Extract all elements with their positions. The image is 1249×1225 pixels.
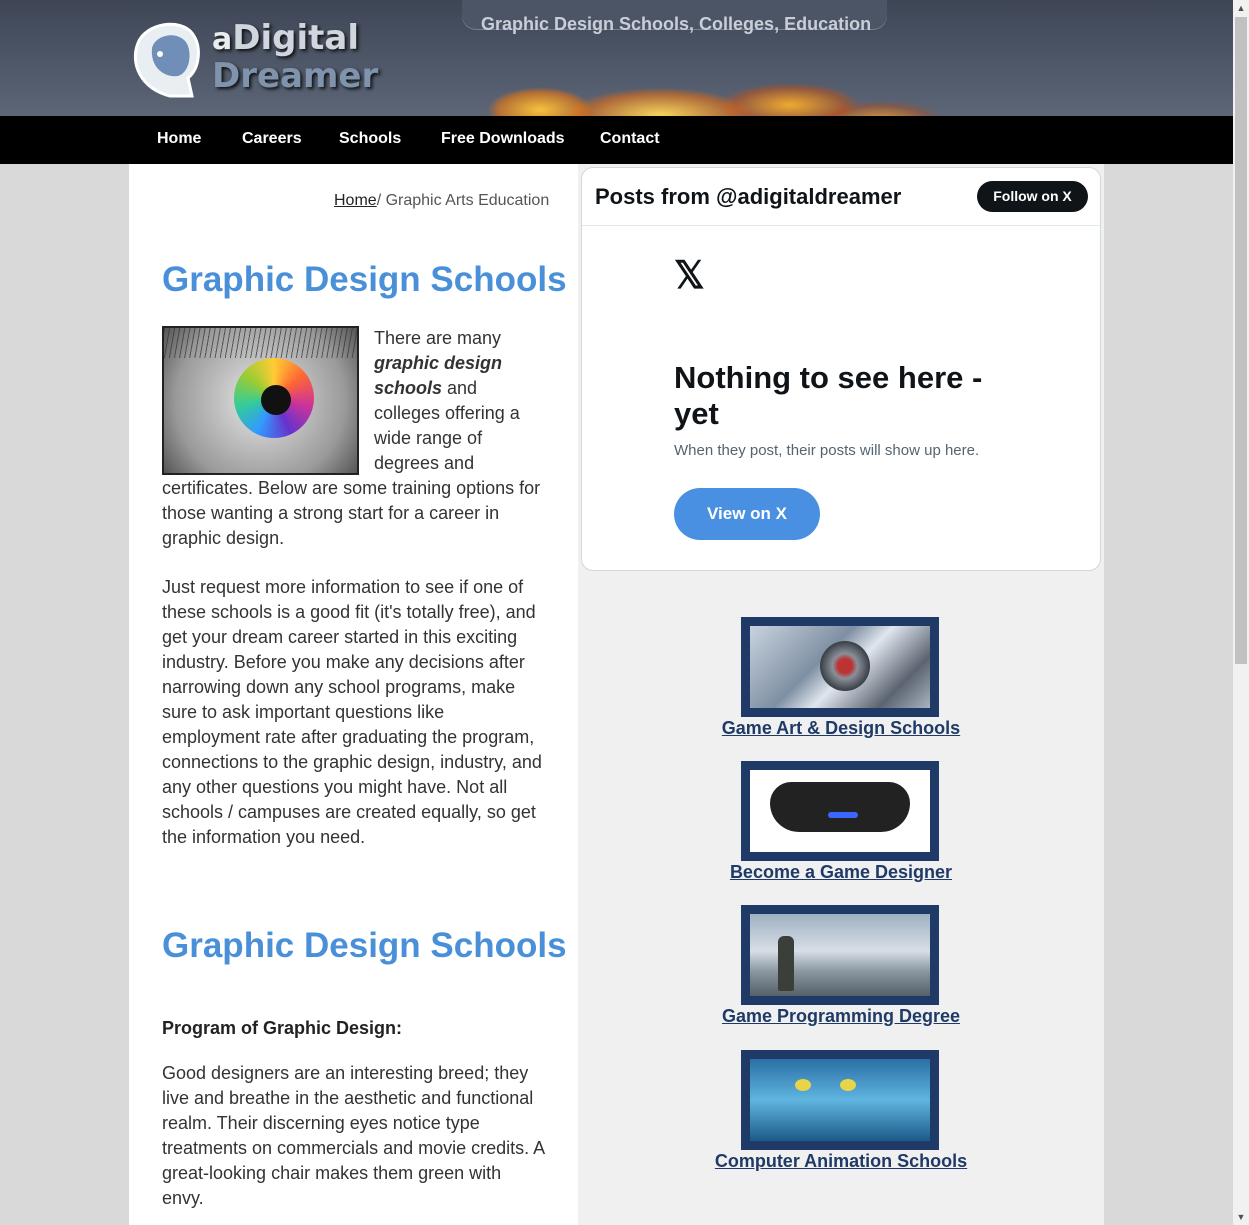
eye-lashes — [164, 328, 357, 358]
promo-image — [750, 1059, 930, 1141]
promo-image-frame[interactable] — [741, 761, 939, 861]
page-title: Graphic Design Schools — [162, 260, 567, 299]
nav-contact[interactable]: Contact — [600, 130, 660, 148]
nav-schools[interactable]: Schools — [339, 130, 401, 148]
x-logo-icon: 𝕏 — [674, 255, 705, 297]
promo-link[interactable]: Become a Game Designer — [578, 862, 1104, 883]
breadcrumb: Home/ Graphic Arts Education — [334, 192, 549, 210]
nav-careers[interactable]: Careers — [242, 130, 302, 148]
program-paragraph: Good designers are an interesting breed;… — [162, 1063, 545, 1208]
eye-image — [162, 326, 359, 475]
controller-icon — [770, 782, 910, 832]
x-widget-header: Posts from @adigitaldreamer Follow on X — [582, 168, 1100, 226]
intro-text-start: There are many — [374, 328, 502, 348]
site-tagline: Graphic Design Schools, Colleges, Educat… — [481, 14, 872, 34]
breadcrumb-current: Graphic Arts Education — [381, 192, 550, 209]
nav-free-downloads[interactable]: Free Downloads — [441, 130, 565, 148]
promo-image — [750, 770, 930, 852]
scroll-thumb[interactable] — [1235, 17, 1247, 664]
flames-decoration — [430, 40, 950, 116]
section-title: Graphic Design Schools — [162, 926, 567, 965]
promo-image-frame[interactable] — [741, 617, 939, 717]
x-widget-title: Posts from @adigitaldreamer — [595, 184, 902, 209]
logo-a: a — [212, 22, 233, 57]
x-empty-subtitle: When they post, their posts will show up… — [674, 442, 980, 459]
main-content: Home/ Graphic Arts Education Graphic Des… — [129, 164, 578, 1225]
intro-emphasis: graphic design schools — [374, 353, 503, 398]
info-paragraph: Just request more information to see if … — [162, 577, 542, 847]
promo-image — [750, 914, 930, 996]
site-header: Graphic Design Schools, Colleges, Educat… — [0, 0, 1233, 116]
logo-dreamer: Dreamer — [212, 56, 379, 96]
promo-image-frame[interactable] — [741, 905, 939, 1005]
scroll-up-arrow-icon[interactable]: ▲ — [1233, 0, 1249, 16]
promo-link[interactable]: Game Art & Design Schools — [578, 718, 1104, 739]
promo-link[interactable]: Game Programming Degree — [578, 1006, 1104, 1027]
logo-digital: Digital — [232, 18, 359, 58]
follow-on-x-button[interactable]: Follow on X — [977, 181, 1088, 212]
promo-image-frame[interactable] — [741, 1050, 939, 1150]
program-subheading: Program of Graphic Design: — [162, 1018, 403, 1038]
main-nav: Home Careers Schools Free Downloads Cont… — [0, 116, 1233, 164]
logo-wordmark[interactable]: aDigital Dreamer — [212, 20, 378, 94]
breadcrumb-home-link[interactable]: Home — [334, 192, 377, 209]
sidebar: Posts from @adigitaldreamer Follow on X … — [578, 164, 1104, 1225]
promo-image — [750, 626, 930, 708]
nav-home[interactable]: Home — [157, 130, 201, 148]
scroll-down-arrow-icon[interactable]: ▼ — [1233, 1209, 1249, 1225]
x-timeline-widget: Posts from @adigitaldreamer Follow on X … — [581, 167, 1101, 571]
view-on-x-button[interactable]: View on X — [674, 488, 820, 540]
page-scrollbar[interactable]: ▲ ▼ — [1233, 0, 1249, 1225]
promo-link[interactable]: Computer Animation Schools — [578, 1151, 1104, 1172]
x-empty-title: Nothing to see here - yet — [674, 360, 983, 431]
eye-pupil — [261, 385, 291, 415]
